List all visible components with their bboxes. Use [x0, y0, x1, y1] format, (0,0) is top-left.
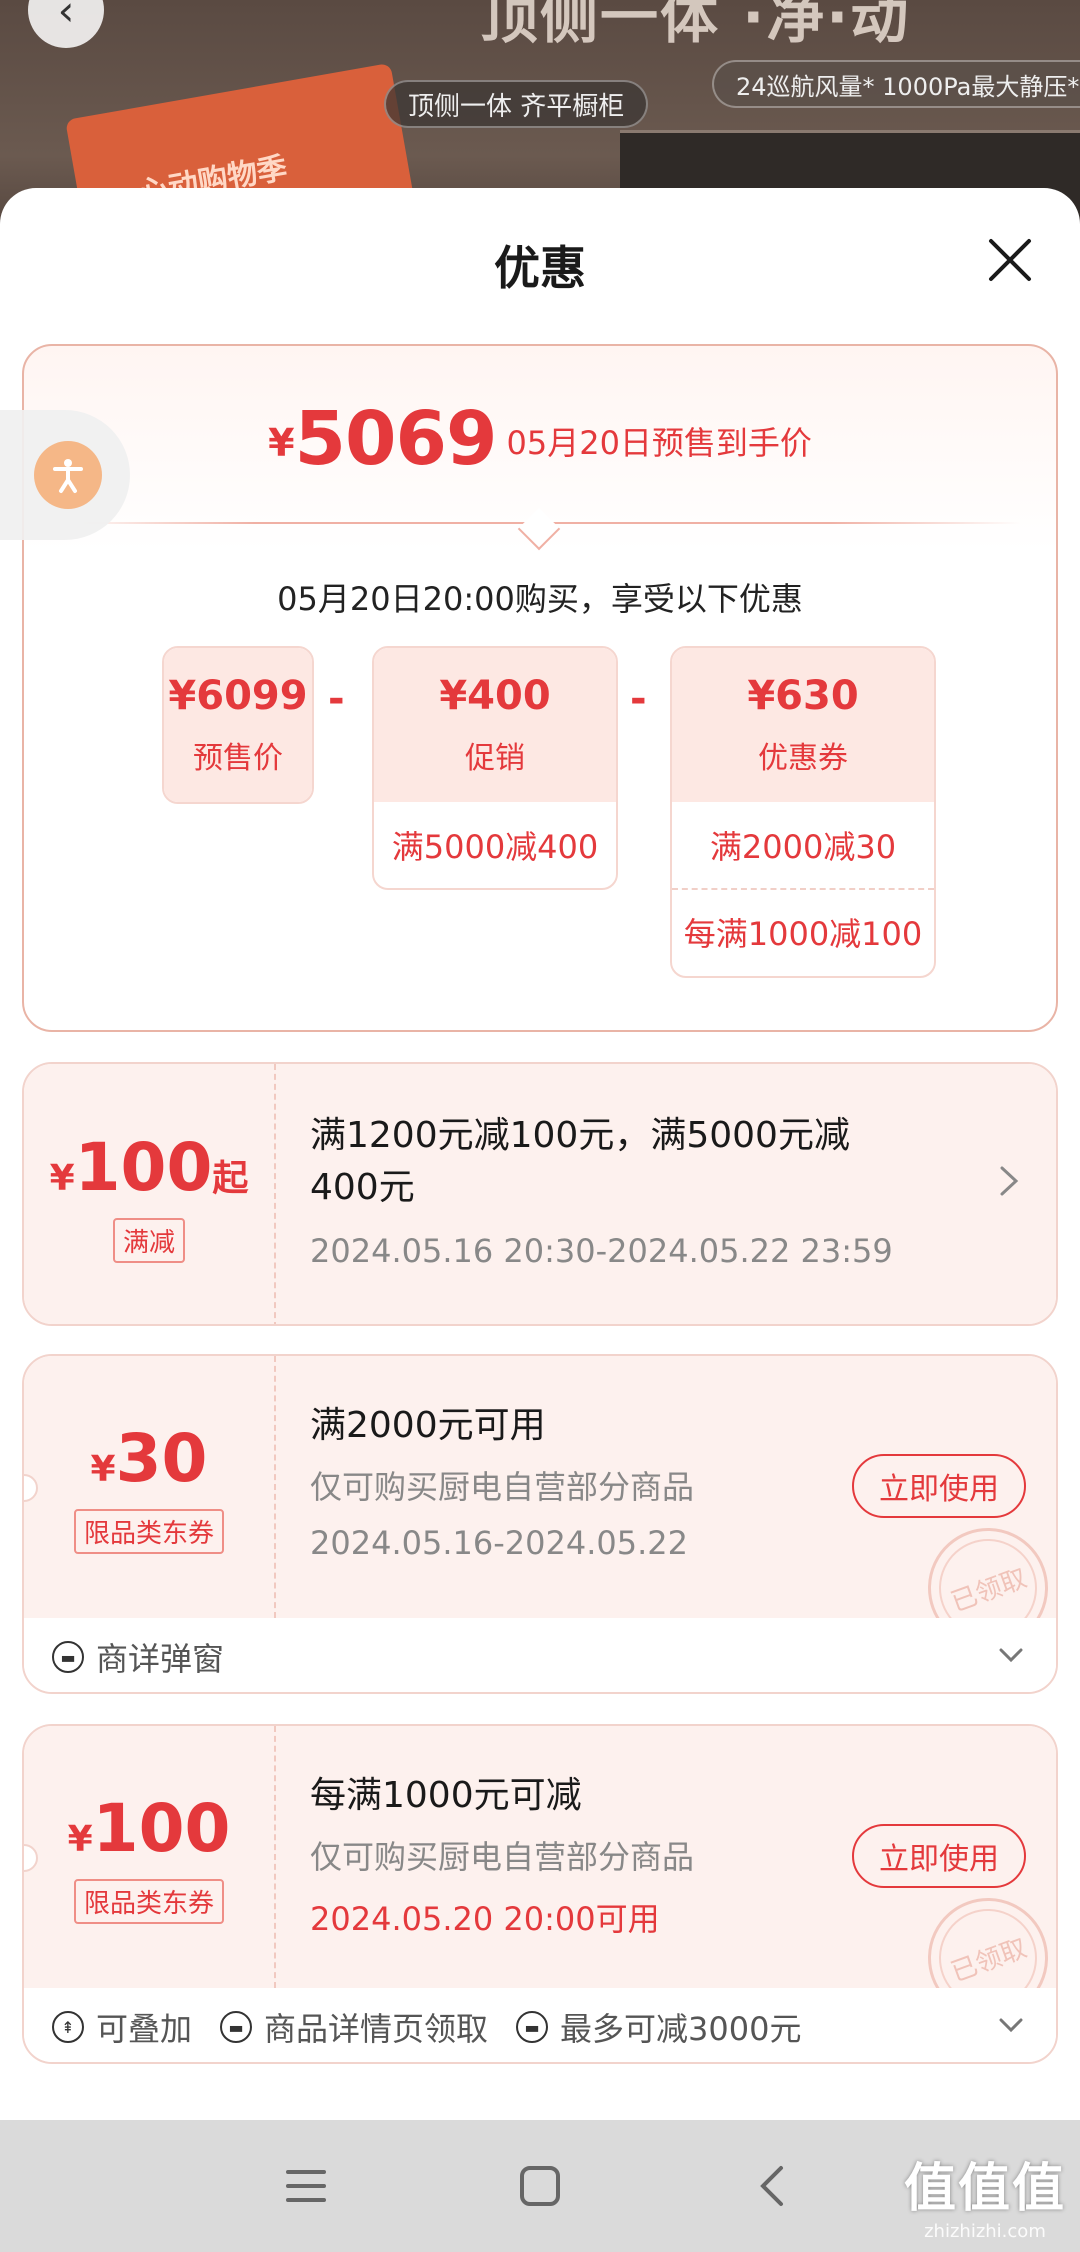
coupon-amount-area: ¥100 限品类东券: [24, 1726, 276, 1988]
accessibility-float-button[interactable]: [0, 410, 130, 540]
feature-pill: 24巡航风量* 1000Pa最大静压*: [712, 60, 1080, 108]
coupon-total-value: ¥630: [747, 673, 859, 719]
close-button[interactable]: [980, 230, 1040, 290]
currency-symbol: ¥: [67, 1819, 93, 1860]
minus-sign: -: [328, 676, 345, 722]
menu-icon: [286, 2170, 326, 2202]
promotion-rule: 满5000减400: [391, 828, 599, 866]
coupon-rule: 满2000减30: [709, 828, 897, 866]
final-price: ¥5069 05月20日预售到手价: [24, 396, 1056, 482]
coupon-details: 满1200元减100元，满5000元减400元 2024.05.16 20:30…: [310, 1064, 1056, 1324]
watermark-url: zhizhizhi.com: [924, 2221, 1046, 2242]
ticket-icon: ▬: [220, 2011, 253, 2043]
use-now-button[interactable]: 立即使用: [852, 1824, 1026, 1888]
product-headline: 顶侧一体 ·净·动: [480, 0, 911, 51]
currency-symbol: ¥: [49, 1158, 75, 1199]
coupon-scope: 仅可购买厨电自营部分商品: [310, 1468, 695, 1506]
claimed-stamp-text: 已领取: [947, 1562, 1031, 1618]
coupon-title: 满1200元减100元，满5000元减400元: [310, 1115, 850, 1208]
footer-item-label: 商品详情页领取: [264, 2010, 489, 2048]
watermark-logo: 值值值 zhizhizhi.com: [904, 2146, 1066, 2242]
home-icon: [520, 2166, 560, 2206]
promotion-box: ¥400 促销 满5000减400: [372, 646, 618, 890]
discount-sheet: 优惠 ¥5069 05月20日预售到手价 05月20日20:00购买，享受以下优惠…: [0, 188, 1080, 2120]
coupon-card-full-reduction[interactable]: ¥100起 满减 满1200元减100元，满5000元减400元 2024.05…: [22, 1062, 1058, 1326]
back-button[interactable]: ‹: [28, 0, 104, 48]
coupon-amount: ¥100起: [50, 1129, 249, 1206]
coupon-title: 满2000元可用: [310, 1405, 546, 1446]
coupon-amount-area: ¥100起 满减: [24, 1064, 276, 1324]
stack-icon: ⇞: [52, 2011, 84, 2043]
accessibility-icon: [34, 441, 102, 509]
ticket-icon: ▬: [52, 1641, 84, 1673]
chevron-down-icon[interactable]: [996, 1640, 1026, 1670]
coupon-type-tag: 满减: [112, 1218, 185, 1263]
footer-item: ▬ 商详弹窗: [52, 1634, 224, 1680]
footer-item: ⇞ 可叠加: [52, 2004, 192, 2050]
currency-symbol: ¥: [90, 1449, 116, 1490]
coupon-validity: 2024.05.16 20:30-2024.05.22 23:59: [310, 1232, 893, 1270]
use-now-button[interactable]: 立即使用: [852, 1454, 1026, 1518]
price-summary-card: ¥5069 05月20日预售到手价 05月20日20:00购买，享受以下优惠 ¥6…: [22, 344, 1058, 1032]
home-button[interactable]: [510, 2156, 570, 2216]
sheet-title: 优惠: [494, 241, 586, 295]
menu-button[interactable]: [276, 2156, 336, 2216]
coupon-amount: ¥30: [91, 1420, 208, 1497]
presale-price-label: 预售价: [193, 741, 283, 776]
watermark-text: 值值值: [903, 2159, 1066, 2219]
coupon-type-tag: 限品类东券: [73, 1879, 224, 1924]
chevron-left-icon: ‹: [57, 0, 75, 35]
final-price-value: 5069: [294, 396, 498, 482]
final-price-desc: 05月20日预售到手价: [506, 424, 812, 462]
coupon-total-box: ¥630 优惠券 满2000减30 每满1000减100: [670, 646, 936, 978]
coupon-title: 每满1000元可减: [310, 1775, 582, 1816]
presale-price-value: ¥6099: [168, 673, 308, 719]
coupon-footer[interactable]: ▬ 商详弹窗: [24, 1618, 1056, 1692]
chevron-right-icon[interactable]: [998, 1164, 1020, 1207]
system-navigation-bar: 值值值 zhizhizhi.com: [0, 2120, 1080, 2252]
ticket-icon: ▬: [516, 2011, 549, 2043]
divider-notch: [517, 507, 561, 551]
coupon-rule: 每满1000减100: [672, 888, 934, 974]
presale-price-box: ¥6099 预售价: [162, 646, 314, 804]
coupon-scope: 仅可购买厨电自营部分商品: [310, 1838, 695, 1876]
coupon-amount-value: 100: [74, 1129, 213, 1206]
coupon-available-time: 2024.05.20 20:00可用: [310, 1900, 660, 1938]
feature-pill: 顶侧一体 齐平橱柜: [384, 80, 649, 128]
coupon-details: 满2000元可用 仅可购买厨电自营部分商品 2024.05.16-2024.05…: [310, 1356, 1056, 1665]
coupon-amount: ¥100: [68, 1790, 231, 1867]
footer-item: ▬ 商品详情页领取: [220, 2004, 488, 2050]
purchase-note: 05月20日20:00购买，享受以下优惠: [277, 580, 803, 618]
coupon-amount-value: 100: [92, 1790, 231, 1867]
back-nav-button[interactable]: [742, 2156, 802, 2216]
coupon-total-label: 优惠券: [758, 741, 848, 776]
promotion-value: ¥400: [439, 673, 551, 719]
currency-symbol: ¥: [268, 421, 295, 465]
close-icon: [989, 239, 1031, 281]
coupon-footer[interactable]: ⇞ 可叠加 ▬ 商品详情页领取 ▬ 最多可减3000元: [24, 1988, 1056, 2062]
minus-sign: -: [630, 676, 647, 722]
coupon-amount-value: 30: [115, 1420, 208, 1497]
footer-item-label: 可叠加: [96, 2010, 193, 2048]
footer-item: ▬ 最多可减3000元: [516, 2004, 801, 2050]
footer-item-label: 最多可减3000元: [560, 2010, 802, 2048]
promotion-label: 促销: [465, 741, 525, 776]
coupon-details: 每满1000元可减 仅可购买厨电自营部分商品 2024.05.20 20:00可…: [310, 1726, 1056, 2035]
coupon-card-30: ¥30 限品类东券 满2000元可用 仅可购买厨电自营部分商品 2024.05.…: [22, 1354, 1058, 1694]
coupon-validity: 2024.05.16-2024.05.22: [310, 1524, 688, 1562]
claimed-stamp-text: 已领取: [947, 1932, 1031, 1988]
coupon-amount-area: ¥30 限品类东券: [24, 1356, 276, 1618]
chevron-down-icon[interactable]: [996, 2010, 1026, 2040]
back-icon: [760, 2166, 783, 2206]
coupon-type-tag: 限品类东券: [73, 1509, 224, 1554]
footer-item-label: 商详弹窗: [96, 1640, 225, 1678]
coupon-amount-suffix: 起: [212, 1158, 249, 1199]
coupon-card-100: ¥100 限品类东券 每满1000元可减 仅可购买厨电自营部分商品 2024.0…: [22, 1724, 1058, 2064]
